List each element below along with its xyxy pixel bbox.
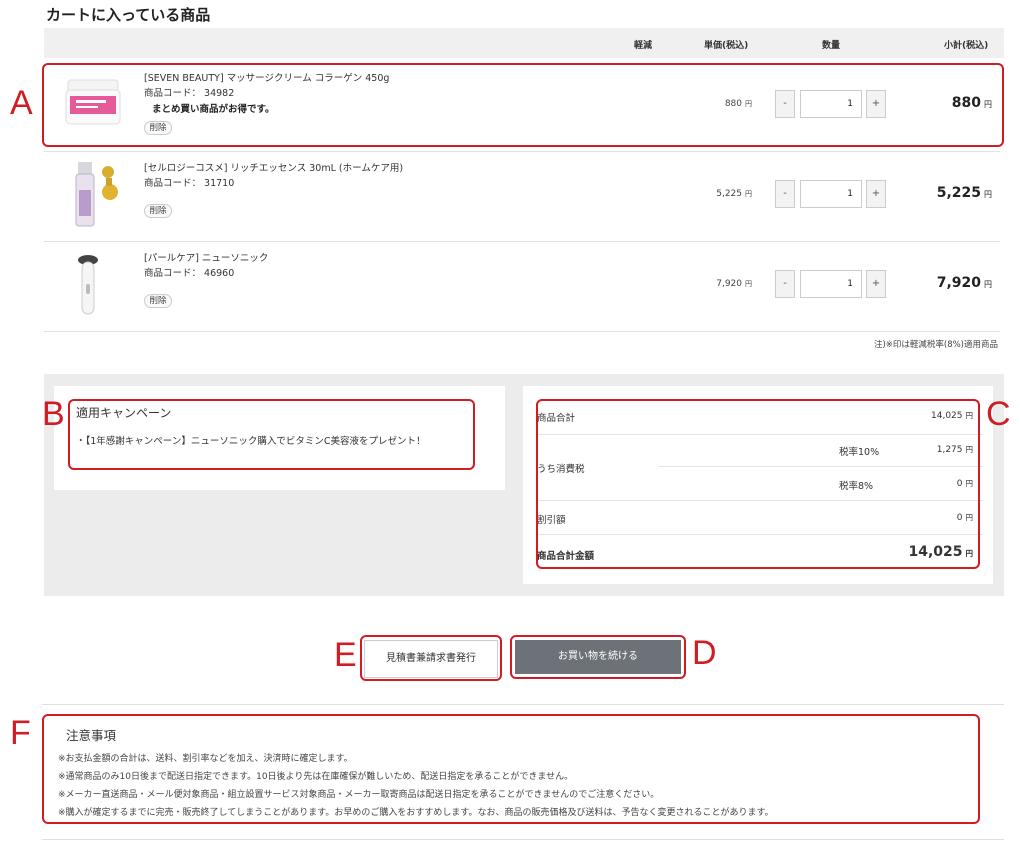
qty-plus-button[interactable]: +: [866, 270, 886, 298]
annotation-label-a: A: [10, 84, 33, 122]
item-name[interactable]: [パールケア] ニューソニック: [144, 250, 268, 264]
quantity-input[interactable]: [800, 180, 862, 208]
unit-price: 5,225 円: [716, 189, 752, 199]
header-reduced-tax: 軽減: [634, 41, 653, 51]
item-name[interactable]: [セルロジーコスメ] リッチエッセンス 30mL (ホームケア用): [144, 160, 403, 174]
annotation-label-f: F: [10, 714, 31, 752]
page-title: カートに入っている商品: [46, 6, 211, 24]
annotation-box-c: [536, 399, 980, 569]
unit-price: 7,920 円: [716, 279, 752, 289]
cart-item-row: [セルロジーコスメ] リッチエッセンス 30mL (ホームケア用) 商品コード：…: [44, 152, 1000, 242]
tax-note: 注)※印は軽減税率(8%)適用商品: [873, 340, 998, 350]
yen-unit: 円: [984, 280, 992, 289]
annotation-box-b: [68, 399, 475, 470]
qty-minus-button[interactable]: -: [775, 270, 795, 298]
unit-price-value: 5,225: [716, 189, 742, 199]
qty-plus-button[interactable]: +: [866, 180, 886, 208]
item-code: 商品コード： 46960: [144, 268, 235, 279]
annotation-box-e: [360, 635, 502, 681]
yen-unit: 円: [984, 190, 992, 199]
header-subtotal: 小計(税込): [944, 41, 989, 51]
header-unit-price: 単価(税込): [704, 41, 749, 51]
essence-bottle-icon[interactable]: [58, 160, 128, 230]
cart-table-header: 軽減 単価(税込) 数量 小計(税込): [44, 28, 1004, 58]
annotation-label-e: E: [334, 636, 357, 674]
annotation-label-c: C: [986, 395, 1011, 433]
item-code: 商品コード： 31710: [144, 178, 235, 189]
item-subtotal: 7,920 円: [937, 275, 992, 291]
sonic-device-icon[interactable]: [58, 250, 128, 320]
annotation-label-b: B: [42, 395, 65, 433]
cart-item-row: [パールケア] ニューソニック 商品コード： 46960 削除 7,920 円 -…: [44, 242, 1000, 332]
annotation-box-a: [42, 63, 1004, 147]
delete-button[interactable]: 削除: [144, 294, 172, 308]
header-quantity: 数量: [822, 41, 841, 51]
subtotal-value: 5,225: [936, 185, 981, 201]
yen-unit: 円: [745, 280, 752, 288]
delete-button[interactable]: 削除: [144, 204, 172, 218]
annotation-label-d: D: [692, 634, 717, 672]
yen-unit: 円: [745, 190, 752, 198]
unit-price-value: 7,920: [716, 279, 742, 289]
qty-minus-button[interactable]: -: [775, 180, 795, 208]
subtotal-value: 7,920: [936, 275, 981, 291]
quantity-input[interactable]: [800, 270, 862, 298]
annotation-box-f: [42, 714, 980, 824]
item-subtotal: 5,225 円: [937, 185, 992, 201]
annotation-box-d: [510, 635, 686, 679]
